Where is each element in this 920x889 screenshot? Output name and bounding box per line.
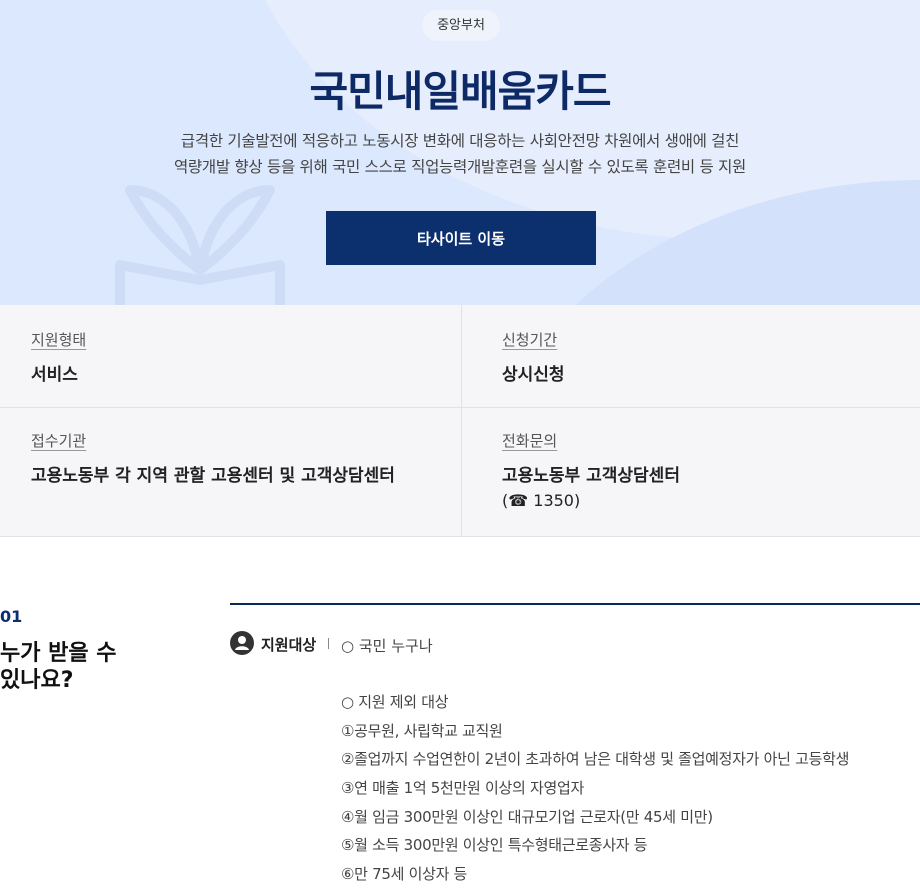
- list-item: ①공무원, 사립학교 교직원: [341, 721, 503, 740]
- apply-period-cell: 신청기간 상시신청: [502, 329, 565, 389]
- contact-label: 전화문의: [502, 432, 558, 450]
- divider: [328, 638, 329, 649]
- target-item: ○ 국민 누구나: [341, 637, 433, 655]
- list-item: ○ 지원 제외 대상: [341, 693, 449, 711]
- section-title: 누가 받을 수 있나요?: [0, 640, 160, 694]
- target-label: 지원대상: [261, 636, 317, 654]
- agency-cell: 접수기관 고용노동부 각 지역 관할 고용센터 및 고객상담센터: [31, 430, 395, 490]
- divider: [0, 407, 920, 408]
- person-icon: [230, 631, 254, 655]
- apply-period-label: 신청기간: [502, 331, 558, 349]
- list-item: ②졸업까지 수업연한이 2년이 초과하여 남은 대학생 및 졸업예정자가 아닌 …: [341, 750, 850, 769]
- contact-cell: 전화문의 고용노동부 고객상담센터 (☎ 1350): [502, 430, 680, 512]
- list-item: ③연 매출 1억 5천만원 이상의 자영업자: [341, 779, 584, 798]
- list-item: ⑤월 소득 300만원 이상인 특수형태근로종사자 등: [341, 836, 648, 855]
- hero-banner: 중앙부처 국민내일배움카드 급격한 기술발전에 적응하고 노동시장 변화에 대응…: [0, 0, 920, 305]
- apply-period-value: 상시신청: [502, 365, 565, 385]
- exclusion-list: ○ 지원 제외 대상 ①공무원, 사립학교 교직원 ②졸업까지 수업연한이 2년…: [341, 690, 920, 889]
- section-number: 01: [0, 607, 23, 626]
- section-title-line: 누가 받을 수: [0, 641, 117, 666]
- support-type-label: 지원형태: [31, 331, 87, 349]
- hero-description: 급격한 기술발전에 적응하고 노동시장 변화에 대응하는 사회안전망 차원에서 …: [0, 128, 920, 180]
- page-title: 국민내일배움카드: [309, 67, 611, 116]
- hero-description-line: 급격한 기술발전에 적응하고 노동시장 변화에 대응하는 사회안전망 차원에서 …: [180, 132, 740, 150]
- list-item: ⑥만 75세 이상자 등: [341, 865, 468, 884]
- info-grid: 지원형태 서비스 신청기간 상시신청 접수기관 고용노동부 각 지역 관할 고용…: [0, 305, 920, 537]
- contact-value: 고용노동부 고객상담센터: [502, 466, 680, 486]
- book-plant-icon: [115, 185, 285, 305]
- external-site-button[interactable]: 타사이트 이동: [326, 211, 596, 265]
- category-badge: 중앙부처: [422, 10, 500, 41]
- section-title-line: 있나요?: [0, 668, 74, 693]
- agency-value: 고용노동부 각 지역 관할 고용센터 및 고객상담센터: [31, 466, 395, 486]
- divider: [461, 305, 462, 537]
- list-item: ④월 임금 300만원 이상인 대규모기업 근로자(만 45세 미만): [341, 807, 713, 826]
- support-type-value: 서비스: [31, 365, 78, 385]
- hero-description-line: 역량개발 향상 등을 위해 국민 스스로 직업능력개발훈련을 실시할 수 있도록…: [173, 158, 747, 176]
- support-type-cell: 지원형태 서비스: [31, 329, 86, 389]
- agency-label: 접수기관: [31, 432, 87, 450]
- section-divider: [230, 603, 920, 605]
- contact-phone: (☎ 1350): [502, 491, 581, 510]
